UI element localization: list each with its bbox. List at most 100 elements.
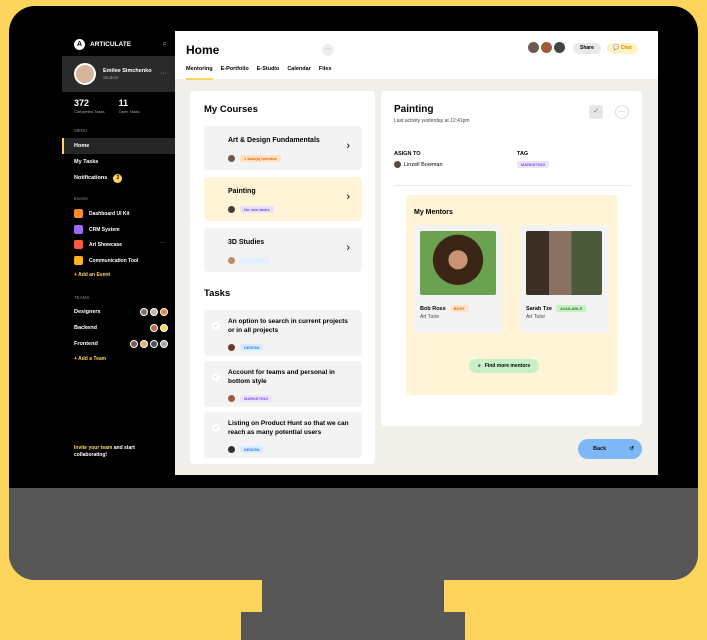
course-card[interactable]: Painting No new tasks ›: [204, 177, 362, 221]
avatar: [74, 63, 96, 85]
more-icon[interactable]: ···: [322, 44, 334, 56]
avatar: [228, 206, 235, 213]
profile-card[interactable]: Emilee Simchenko Student ···: [62, 56, 175, 92]
course-name: Painting: [228, 188, 256, 195]
task-meta: DESIGN: [228, 344, 264, 351]
team-label: Designers: [74, 309, 101, 315]
check-icon[interactable]: ✓: [212, 373, 220, 381]
tab-files[interactable]: Files: [319, 66, 332, 80]
add-team-link[interactable]: + Add a Team: [74, 356, 106, 362]
course-name: 3D Studies: [228, 239, 265, 246]
detail-tag: MARKETING: [517, 161, 550, 168]
check-icon[interactable]: ✓: [212, 424, 220, 432]
stat-number: 11: [118, 98, 129, 108]
collaborator-avatars[interactable]: [528, 42, 565, 53]
task-text: Listing on Product Hunt so that we can r…: [228, 420, 349, 436]
course-status-badge: 2 new tasks: [240, 257, 271, 264]
tab-e-studio[interactable]: E-Studio: [257, 66, 280, 80]
brand-name: ARTICULATE: [90, 41, 132, 48]
mentor-role: Art Tutor: [420, 314, 440, 320]
avatar: [150, 324, 158, 332]
main-area: Home ··· Mentoring E-Portfolio E-Studio …: [175, 31, 658, 475]
team-avatars: [140, 308, 168, 316]
page-title: Home: [186, 43, 220, 57]
more-icon[interactable]: ···: [160, 70, 167, 77]
chat-button[interactable]: 💬 Chat: [607, 43, 638, 54]
chevron-right-icon: ›: [346, 191, 350, 203]
brand-logo-icon: A: [74, 39, 85, 50]
task-meta: DESIGN: [228, 446, 264, 453]
event-icon: [74, 209, 83, 218]
notification-badge: 3: [113, 173, 123, 183]
avatar: [228, 395, 235, 402]
course-meta: No new tasks: [228, 206, 274, 213]
mentor-photo: [526, 231, 602, 295]
tab-e-portfolio[interactable]: E-Portfolio: [221, 66, 249, 80]
team-item[interactable]: Backend: [74, 324, 168, 332]
stat-label: Completed Tasks: [74, 109, 105, 114]
event-label: Dashboard UI Kit: [89, 210, 130, 217]
course-card[interactable]: Art & Design Fundamentals 1 task(s) over…: [204, 126, 362, 170]
task-text: Account for teams and personal in bottom…: [228, 369, 335, 385]
stat-label: Open Tasks: [118, 109, 140, 114]
header: Home ··· Mentoring E-Portfolio E-Studio …: [175, 31, 658, 80]
mentor-card[interactable]: Bob Ross BUSY Art Tutor: [414, 225, 502, 333]
team-item[interactable]: Frontend: [74, 340, 168, 348]
tab-calendar[interactable]: Calendar: [287, 66, 311, 80]
avatar: [228, 155, 235, 162]
avatar: [528, 42, 539, 53]
sidebar-item-home[interactable]: Home: [62, 138, 175, 154]
event-item[interactable]: Dashboard UI Kit: [74, 209, 130, 218]
event-item[interactable]: Art Showcase: [74, 240, 122, 249]
avatar: [150, 308, 158, 316]
chevron-right-icon: ›: [346, 242, 350, 254]
team-avatars: [150, 324, 168, 332]
event-label: Art Showcase: [89, 241, 123, 248]
task-card[interactable]: ✓ An option to search in current project…: [204, 310, 362, 356]
avatar: [228, 344, 235, 351]
search-icon: ⌕: [478, 363, 481, 369]
task-tag: DESIGN: [240, 446, 264, 453]
more-icon[interactable]: ···: [160, 240, 166, 246]
stat-completed: 372 Completed Tasks: [74, 98, 105, 114]
chat-icon: 💬: [613, 45, 620, 51]
course-name: Art & Design Fundamentals: [228, 137, 320, 144]
stat-open: 11 Open Tasks: [119, 98, 140, 114]
sidebar-item-label: My Tasks: [74, 159, 99, 165]
divider: [394, 185, 631, 186]
event-item[interactable]: Communication Tool: [74, 256, 138, 265]
invite-banner[interactable]: Invite your team and start collaborating…: [74, 445, 164, 459]
share-button[interactable]: Share: [573, 43, 601, 54]
mentor-card[interactable]: Sarah Tze AVAILABLE Art Tutor: [520, 225, 608, 333]
mentors-section: My Mentors Bob Ross BUSY Art Tutor Sarah …: [406, 195, 617, 395]
stats: 372 Completed Tasks 11 Open Tasks: [74, 98, 140, 114]
check-icon[interactable]: ✓: [212, 322, 220, 330]
mentor-name: Sarah Tze: [526, 305, 552, 312]
add-event-link[interactable]: + Add an Event: [74, 272, 110, 278]
sidebar-item-notifications[interactable]: Notifications 3: [62, 170, 175, 186]
avatar: [228, 257, 235, 264]
check-icon[interactable]: ✓: [589, 105, 603, 119]
avatar: [160, 308, 168, 316]
sidebar: A ARTICULATE ⌕ Emilee Simchenko Student …: [62, 31, 175, 475]
events-section-title: Events: [74, 196, 88, 201]
avatar: [394, 161, 401, 168]
task-card[interactable]: ✓ Account for teams and personal in bott…: [204, 361, 362, 407]
brand[interactable]: A ARTICULATE: [74, 39, 131, 50]
event-item[interactable]: CRM System: [74, 225, 120, 234]
avatar: [541, 42, 552, 53]
course-card[interactable]: 3D Studies 2 new tasks ›: [204, 228, 362, 272]
task-card[interactable]: ✓ Listing on Product Hunt so that we can…: [204, 412, 362, 458]
search-icon[interactable]: ⌕: [163, 39, 167, 49]
tab-mentoring[interactable]: Mentoring: [186, 66, 213, 80]
team-item[interactable]: Designers: [74, 308, 168, 316]
assignee[interactable]: Linzell Bowman: [394, 161, 443, 168]
course-detail-panel: Painting Last activity yesterday at 12:4…: [381, 91, 642, 426]
back-button[interactable]: Back ↺: [578, 439, 642, 459]
more-icon[interactable]: ···: [615, 105, 629, 119]
avatar: [130, 340, 138, 348]
sidebar-item-my-tasks[interactable]: My Tasks: [62, 154, 175, 170]
tag-label: TAG: [517, 151, 529, 157]
course-status-badge: No new tasks: [240, 206, 274, 213]
find-mentors-button[interactable]: ⌕ Find more mentors: [469, 359, 540, 373]
